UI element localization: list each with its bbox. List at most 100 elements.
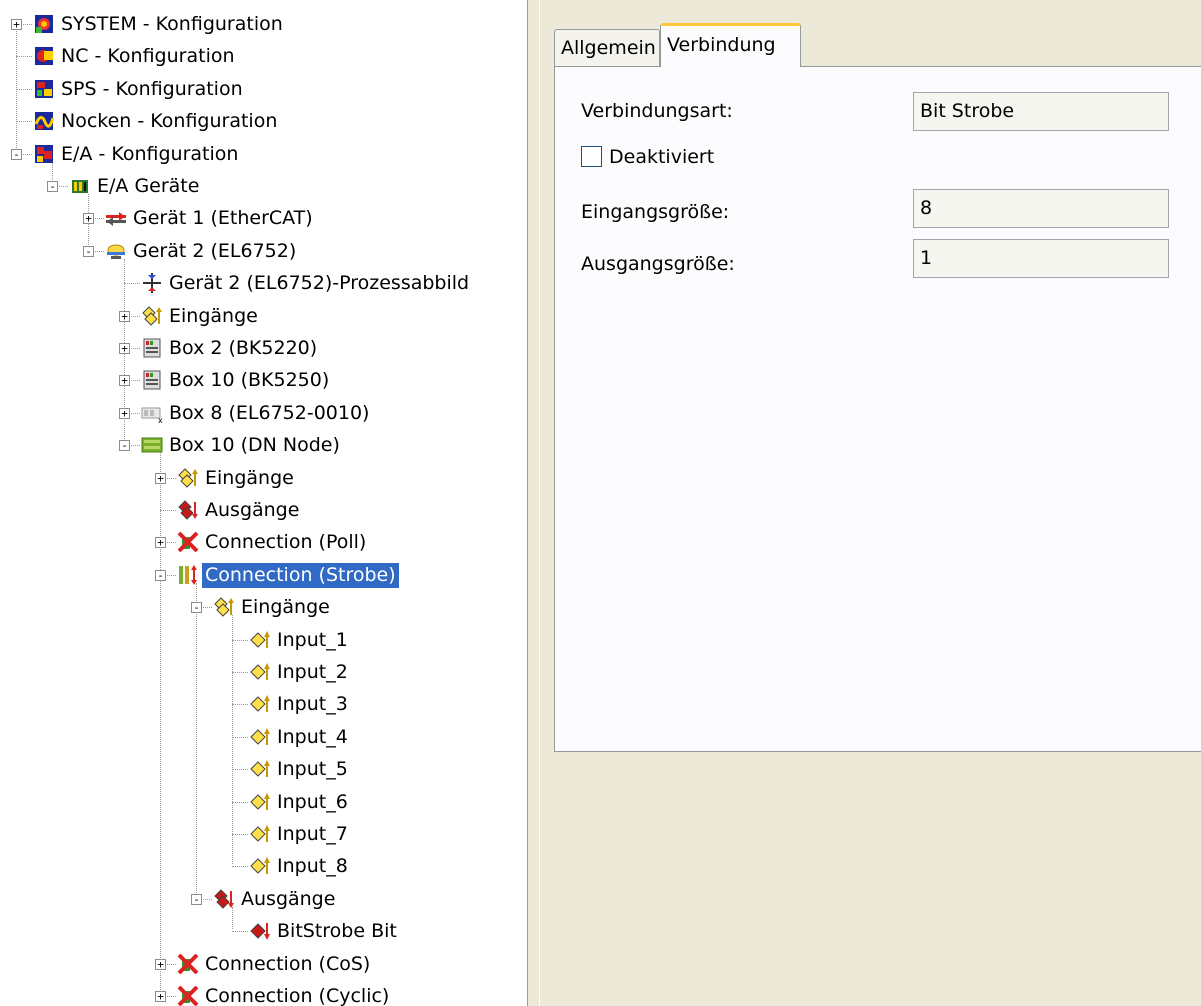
tree-node-label[interactable]: Box 2 (BK5220) — [166, 336, 320, 361]
tree-node-eing-nge[interactable]: + Eingänge — [0, 300, 527, 333]
tree-node-nocken-konfiguration[interactable]: Nocken - Konfiguration — [0, 105, 527, 138]
tree-node-input-5[interactable]: Input_5 — [0, 753, 527, 786]
tree-node-label[interactable]: Connection (CoS) — [202, 952, 373, 977]
tree-node-ausg-nge[interactable]: - Ausgänge — [0, 883, 527, 916]
tree-node-eing-nge[interactable]: - Eingänge — [0, 591, 527, 624]
tree-guide-line — [16, 121, 32, 123]
tree-node-label[interactable]: Gerät 2 (EL6752) — [130, 239, 299, 264]
expand-icon[interactable]: + — [119, 407, 130, 419]
tree-node-label[interactable]: Input_3 — [274, 692, 351, 717]
tree-node-label[interactable]: BitStrobe Bit — [274, 919, 400, 944]
tree-node-label[interactable]: SPS - Konfiguration — [58, 77, 246, 102]
tree-node-label[interactable]: Connection (Cyclic) — [202, 984, 392, 1006]
tree-node-box-10-dn-node[interactable]: - Box 10 (DN Node) — [0, 429, 527, 462]
tree-node-input-6[interactable]: Input_6 — [0, 786, 527, 819]
tree-node-input-8[interactable]: Input_8 — [0, 850, 527, 883]
tab-allgemein[interactable]: Allgemein — [554, 29, 660, 67]
tree-node-system-konfiguration[interactable]: + SYSTEM - Konfiguration — [0, 8, 527, 41]
tree-node-label[interactable]: Box 10 (BK5250) — [166, 368, 332, 393]
tree-node-nc-konfiguration[interactable]: NC - Konfiguration — [0, 40, 527, 73]
tree-node-label[interactable]: Input_8 — [274, 854, 351, 879]
input-var-icon — [249, 758, 271, 780]
tree-node-connection-cyclic[interactable]: + Connection (Cyclic) — [0, 980, 527, 1006]
expander-glyph: + — [121, 374, 128, 388]
expand-icon[interactable]: + — [83, 213, 94, 225]
tree-node-box-8-el6752-0010[interactable]: + x Box 8 (EL6752-0010) — [0, 397, 527, 430]
tab-verbindung[interactable]: Verbindung — [660, 23, 801, 67]
expander-glyph: - — [157, 568, 164, 582]
expander-glyph: + — [121, 309, 128, 323]
tree-node-label[interactable]: Eingänge — [202, 466, 297, 491]
tree-node-connection-strobe[interactable]: - Connection (Strobe) — [0, 559, 527, 592]
configuration-tree[interactable]: + SYSTEM - Konfiguration NC - Konfiguratio… — [0, 0, 527, 1006]
tree-node-label[interactable]: Input_5 — [274, 757, 351, 782]
collapse-icon[interactable]: - — [83, 244, 94, 258]
tree-node-eing-nge[interactable]: + Eingänge — [0, 462, 527, 495]
tree-node-label[interactable]: E/A - Konfiguration — [58, 142, 241, 167]
tree-node-label[interactable]: Input_4 — [274, 725, 351, 750]
tree-node-label[interactable]: Input_2 — [274, 660, 351, 685]
tree-node-input-2[interactable]: Input_2 — [0, 656, 527, 689]
tree-node-e-a-konfiguration[interactable]: - E/A - Konfiguration — [0, 138, 527, 171]
tree-node-input-7[interactable]: Input_7 — [0, 818, 527, 851]
output-var-icon — [249, 920, 271, 942]
tree-node-ausg-nge[interactable]: Ausgänge — [0, 494, 527, 527]
collapse-icon[interactable]: - — [191, 602, 202, 614]
bus-coupler-icon — [141, 337, 163, 359]
tree-node-bitstrobe-bit[interactable]: BitStrobe Bit — [0, 915, 527, 948]
tree-node-label[interactable]: Eingänge — [166, 304, 261, 329]
tree-node-label[interactable]: SYSTEM - Konfiguration — [58, 12, 286, 37]
connection-type-field[interactable]: Bit Strobe — [913, 92, 1169, 131]
expand-icon[interactable]: + — [119, 309, 130, 323]
tree-node-box-2-bk5220[interactable]: + Box 2 (BK5220) — [0, 332, 527, 365]
tree-node-label[interactable]: NC - Konfiguration — [58, 44, 238, 69]
collapse-icon[interactable]: - — [11, 148, 22, 160]
tree-node-sps-konfiguration[interactable]: SPS - Konfiguration — [0, 73, 527, 106]
dn-node-icon — [141, 434, 163, 456]
tree-node-label[interactable]: Connection (Poll) — [202, 530, 369, 555]
expand-icon[interactable]: + — [155, 537, 166, 549]
tree-guide-line — [232, 866, 248, 868]
tree-node-label[interactable]: Box 10 (DN Node) — [166, 433, 343, 458]
expand-icon[interactable]: + — [155, 958, 166, 970]
expand-icon[interactable]: + — [155, 991, 166, 1002]
collapse-icon[interactable]: - — [155, 568, 166, 582]
tree-node-connection-poll[interactable]: + Connection (Poll) — [0, 526, 527, 559]
pane-splitter[interactable] — [527, 0, 540, 1006]
tree-node-label[interactable]: Input_7 — [274, 822, 351, 847]
tree-node-box-10-bk5250[interactable]: + Box 10 (BK5250) — [0, 364, 527, 397]
tree-node-ger-t-2-el6752-prozessabbild[interactable]: Gerät 2 (EL6752)-Prozessabbild — [0, 267, 527, 300]
tree-node-input-4[interactable]: Input_4 — [0, 721, 527, 754]
tree-node-label[interactable]: Box 8 (EL6752-0010) — [166, 401, 372, 426]
tree-node-label[interactable]: E/A Geräte — [94, 174, 202, 199]
output-size-field[interactable]: 1 — [913, 239, 1169, 278]
tree-node-ger-t-1-ethercat[interactable]: + Gerät 1 (EtherCAT) — [0, 202, 527, 235]
deactivated-checkbox[interactable] — [581, 146, 602, 167]
expander-glyph: + — [121, 342, 128, 355]
expand-icon[interactable]: + — [11, 19, 22, 30]
tree-node-label[interactable]: Connection (Strobe) — [202, 562, 399, 588]
cam-icon — [33, 110, 55, 132]
expand-icon[interactable]: + — [119, 374, 130, 388]
tree-node-e-a-ger-te[interactable]: - E/A Geräte — [0, 170, 527, 203]
collapse-icon[interactable]: - — [191, 893, 202, 905]
tree-node-label[interactable]: Nocken - Konfiguration — [58, 109, 280, 134]
collapse-icon[interactable]: - — [119, 440, 130, 452]
tree-node-connection-cos[interactable]: + Connection (CoS) — [0, 948, 527, 981]
tree-node-label[interactable]: Gerät 2 (EL6752)-Prozessabbild — [166, 271, 472, 296]
tree-node-label[interactable]: Ausgänge — [238, 887, 338, 912]
outputs-icon — [213, 888, 235, 910]
collapse-icon[interactable]: - — [47, 181, 58, 192]
expand-icon[interactable]: + — [155, 472, 166, 484]
expander-glyph: - — [85, 244, 92, 258]
expand-icon[interactable]: + — [119, 343, 130, 354]
tree-node-label[interactable]: Input_6 — [274, 790, 351, 815]
tree-node-input-3[interactable]: Input_3 — [0, 688, 527, 721]
tree-node-label[interactable]: Eingänge — [238, 595, 333, 620]
tree-node-input-1[interactable]: Input_1 — [0, 624, 527, 657]
input-size-field[interactable]: 8 — [913, 189, 1169, 228]
tree-node-label[interactable]: Input_1 — [274, 628, 351, 653]
tree-node-label[interactable]: Gerät 1 (EtherCAT) — [130, 206, 316, 231]
tree-node-ger-t-2-el6752[interactable]: - Gerät 2 (EL6752) — [0, 235, 527, 268]
tree-node-label[interactable]: Ausgänge — [202, 498, 302, 523]
